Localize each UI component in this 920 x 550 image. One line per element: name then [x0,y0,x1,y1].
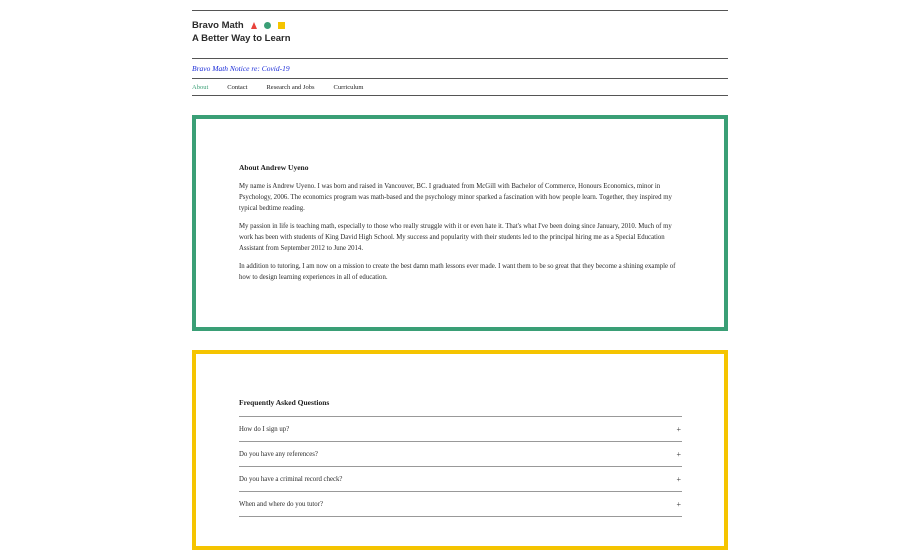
plus-icon[interactable]: + [676,450,682,459]
main-nav: About Contact Research and Jobs Curricul… [192,79,728,95]
nav-research-and-jobs[interactable]: Research and Jobs [266,84,314,91]
brand-name[interactable]: Bravo Math [192,20,244,31]
faq-question: Do you have a criminal record check? [239,475,343,483]
about-paragraph-1: My name is Andrew Uyeno. I was born and … [239,183,672,212]
nav-contact[interactable]: Contact [227,84,247,91]
about-content: About Andrew Uyeno My name is Andrew Uye… [239,163,682,290]
about-paragraph-3: In addition to tutoring, I am now on a m… [239,263,676,281]
faq-question: How do I sign up? [239,425,290,433]
faq-title: Frequently Asked Questions [239,398,330,407]
site-header: Bravo Math A Better Way to Learn [192,11,728,50]
square-icon [277,21,285,29]
faq-content: Frequently Asked Questions How do I sign… [239,398,682,517]
faq-item-criminal-record[interactable]: Do you have a criminal record check? + [239,467,682,492]
plus-icon[interactable]: + [676,500,682,509]
circle-icon [263,21,271,29]
plus-icon[interactable]: + [676,475,682,484]
brand-row: Bravo Math [192,18,728,32]
faq-item-sign-up[interactable]: How do I sign up? + [239,417,682,442]
nav-about[interactable]: About [192,84,208,91]
nav-curriculum[interactable]: Curriculum [333,84,363,91]
page: Bravo Math A Better Way to Learn Bravo M… [192,10,728,550]
about-paragraph-2: My passion in life is teaching math, esp… [239,223,672,252]
faq-card: Frequently Asked Questions How do I sign… [192,350,728,550]
brand-shapes [250,21,285,29]
faq-question: Do you have any references? [239,450,318,458]
faq-item-when-where[interactable]: When and where do you tutor? + [239,492,682,517]
about-card: About Andrew Uyeno My name is Andrew Uye… [192,115,728,331]
about-title: About Andrew Uyeno [239,163,309,172]
faq-item-references[interactable]: Do you have any references? + [239,442,682,467]
brand-tagline: A Better Way to Learn [192,33,291,44]
plus-icon[interactable]: + [676,425,682,434]
faq-list: How do I sign up? + Do you have any refe… [239,416,682,517]
triangle-icon [250,21,257,29]
notice-bar: Bravo Math Notice re: Covid-19 [192,59,728,78]
covid-notice-link[interactable]: Bravo Math Notice re: Covid-19 [192,64,290,73]
nav-divider [192,95,728,96]
faq-question: When and where do you tutor? [239,500,323,508]
